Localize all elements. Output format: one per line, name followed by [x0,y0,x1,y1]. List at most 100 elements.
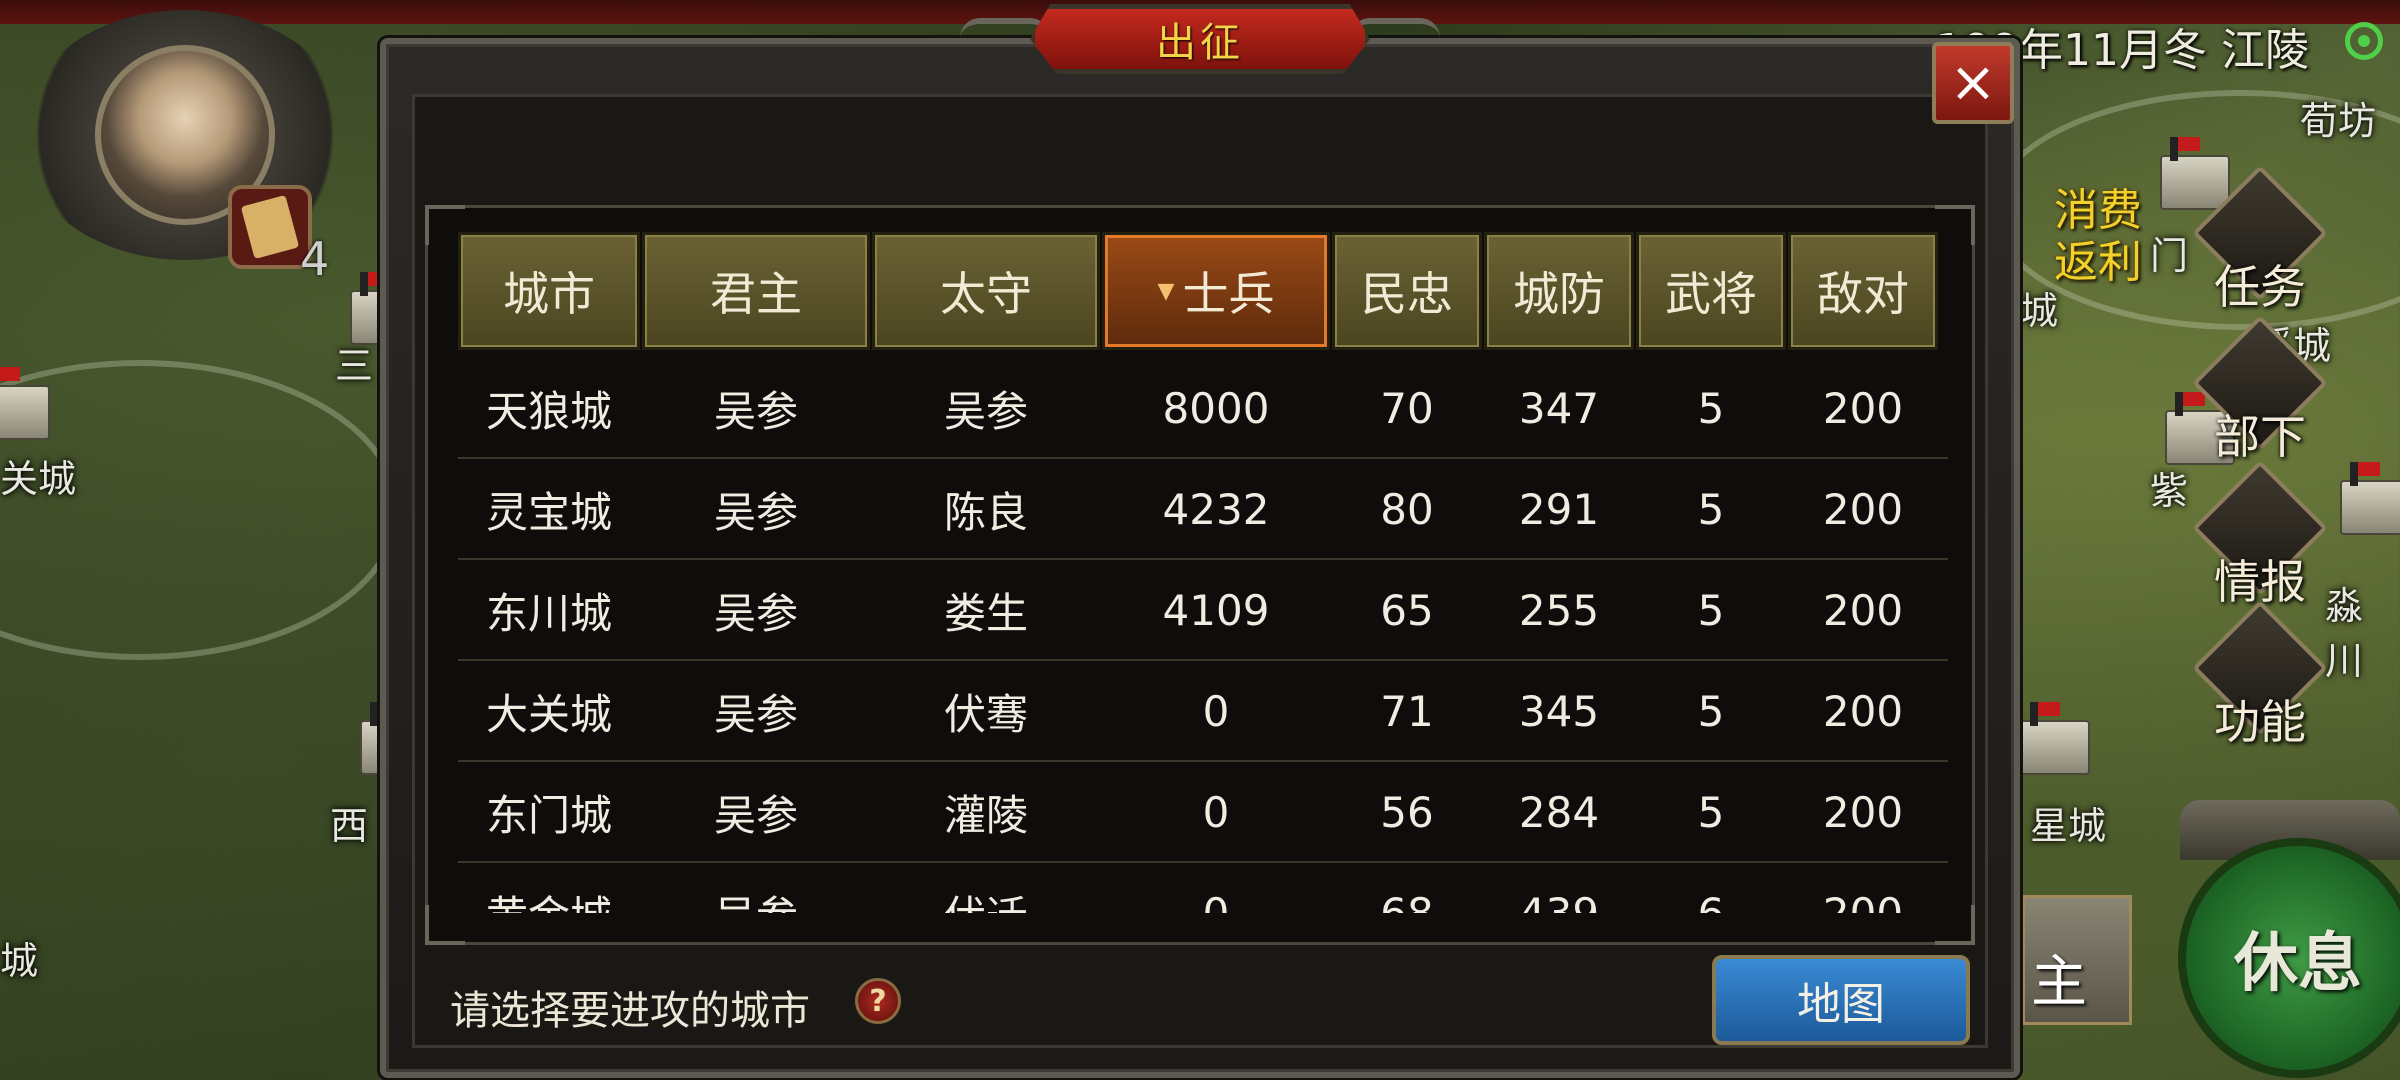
header-generals[interactable]: 武将 [1636,232,1786,350]
cell-governor: 伏迁 [872,863,1100,913]
lord-thumbnail-label: 主 [2031,950,2087,1015]
cell-defense: 291 [1518,485,1600,534]
select-city-hint: 请选择要进攻的城市 [450,988,810,1034]
city-marker[interactable] [2020,702,2090,775]
cell-soldiers: 8000 [1162,384,1270,433]
map-city-label[interactable]: 西 [330,795,368,850]
promo-rebate-button[interactable]: 消费返利 [2054,185,2154,289]
map-city-label[interactable]: 三 [335,335,373,390]
cell-lord: 吴参 [713,488,798,537]
city-marker[interactable] [2340,462,2400,535]
cell-lord: 吴参 [713,690,798,739]
cell-governor: 娄生 [943,589,1028,638]
cell-generals: 6 [1636,863,1786,913]
cell-city: 灵宝城 [485,488,612,537]
functions-button[interactable]: 功能 [2192,600,2328,752]
table-row[interactable]: 灵宝城 吴参 陈良 4232 80 291 5 200 [458,459,1948,560]
header-hostility[interactable]: 敌对 [1788,232,1938,350]
header-defense[interactable]: 城防 [1484,232,1634,350]
cell-governor: 伏骞 [943,690,1028,739]
cell-city: 黄金城 [458,863,640,913]
sort-desc-icon: ▼ [1157,278,1175,304]
cell-soldiers: 0 [1202,687,1230,736]
cell-governor: 灌陵 [943,791,1028,840]
map-city-label[interactable]: 荀坊 [2300,90,2376,145]
cell-loyalty: 68 [1332,863,1482,913]
header-label: 士兵 [1182,267,1275,321]
city-table: 城市 君主 太守 ▼ 士兵 民忠 城防 武将 敌对 天狼城 吴参 吴参 8000 … [425,205,1975,945]
cell-defense: 284 [1518,788,1600,837]
header-lord[interactable]: 君主 [642,232,870,350]
cell-loyalty: 71 [1380,687,1434,736]
table-body: 天狼城 吴参 吴参 8000 70 347 5 200 灵宝城 吴参 陈良 42… [458,358,1948,913]
header-city[interactable]: 城市 [458,232,640,350]
frame-corner [1935,205,1975,245]
lord-thumbnail[interactable]: 主 [2022,895,2132,1025]
header-label: 城防 [1513,267,1605,321]
table-row[interactable]: 天狼城 吴参 吴参 8000 70 347 5 200 [458,358,1948,459]
cell-soldiers: 0 [1202,788,1230,837]
cell-defense: 439 [1484,863,1634,913]
dialog-title-plate: 出征 [1030,4,1370,74]
cell-lord: 吴参 [713,589,798,638]
cell-hostility: 200 [1822,788,1904,837]
cell-city: 大关城 [485,690,612,739]
header-governor[interactable]: 太守 [872,232,1100,350]
river [0,360,400,660]
functions-label: 功能 [2214,695,2306,749]
map-city-label[interactable]: 门 [2150,225,2188,280]
cell-lord: 吴参 [713,791,798,840]
table-row[interactable]: 东川城 吴参 娄生 4109 65 255 5 200 [458,560,1948,661]
cell-soldiers: 4109 [1162,586,1270,635]
cell-lord: 吴参 [642,863,870,913]
cell-lord: 吴参 [713,387,798,436]
cell-generals: 5 [1697,586,1725,635]
quest-button[interactable]: 任务 [2192,165,2328,317]
cell-generals: 5 [1697,788,1725,837]
help-icon[interactable]: ? [855,978,901,1024]
map-city-label[interactable]: 星城 [2030,795,2106,850]
map-city-label[interactable]: 关城 [0,448,76,503]
subordinates-button[interactable]: 部下 [2192,315,2328,467]
map-city-label[interactable]: 城 [2020,280,2058,335]
cell-loyalty: 65 [1380,586,1434,635]
header-label: 君主 [710,267,802,321]
table-row[interactable]: 东门城 吴参 灌陵 0 56 284 5 200 [458,762,1948,863]
connection-icon [2345,22,2383,60]
intel-button[interactable]: 情报 [2192,460,2328,612]
cell-soldiers: 4232 [1162,485,1270,534]
table-row[interactable]: 黄金城 吴参 伏迁 0 68 439 6 200 [458,863,1948,913]
map-city-label[interactable]: 淼川 [2325,575,2400,685]
close-icon: × [1949,50,1997,115]
cell-generals: 5 [1697,485,1725,534]
cell-loyalty: 80 [1380,485,1434,534]
map-city-label[interactable]: 城 [0,930,38,985]
table-row[interactable]: 大关城 吴参 伏骞 0 71 345 5 200 [458,661,1948,762]
cell-hostility: 200 [1822,384,1904,433]
map-button[interactable]: 地图 [1712,955,1970,1045]
header-label: 太守 [940,267,1032,321]
map-city-label[interactable]: 紫 [2150,460,2188,515]
cell-hostility: 200 [1822,586,1904,635]
cell-soldiers: 0 [1102,863,1330,913]
cell-city: 东川城 [485,589,612,638]
cell-loyalty: 70 [1380,384,1434,433]
cell-governor: 吴参 [943,387,1028,436]
header-soldiers[interactable]: ▼ 士兵 [1102,232,1330,350]
quest-label: 任务 [2214,260,2306,314]
cell-city: 东门城 [485,791,612,840]
cell-defense: 345 [1518,687,1600,736]
header-label: 城市 [503,267,595,321]
city-marker[interactable] [0,367,50,440]
cell-governor: 陈良 [943,488,1028,537]
cell-hostility: 200 [1822,485,1904,534]
cell-generals: 5 [1697,687,1725,736]
cell-defense: 255 [1518,586,1600,635]
header-label: 民忠 [1361,267,1453,321]
close-button[interactable]: × [1932,42,2014,124]
subordinates-label: 部下 [2214,410,2306,464]
player-level: 4 [300,232,330,286]
header-loyalty[interactable]: 民忠 [1332,232,1482,350]
cell-hostility: 200 [1788,863,1938,913]
cell-defense: 347 [1518,384,1600,433]
